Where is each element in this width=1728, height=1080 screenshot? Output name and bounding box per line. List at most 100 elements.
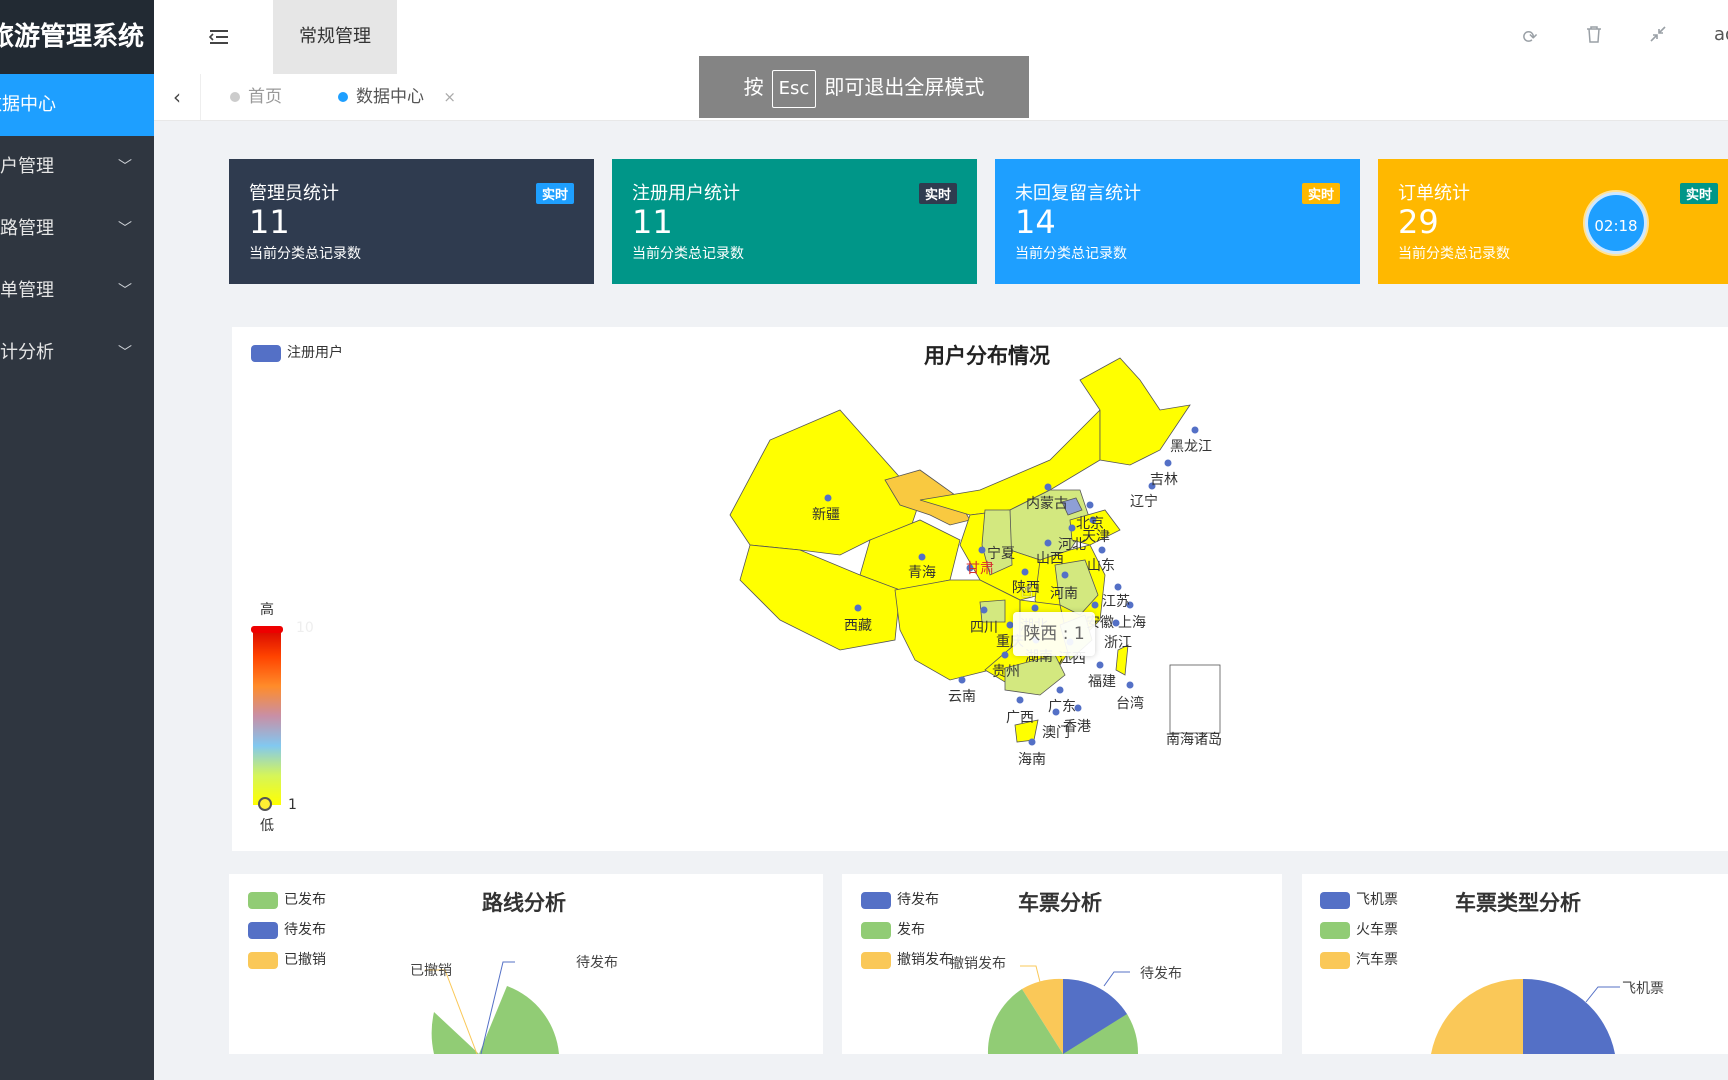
- marker-inner-mongolia: [1044, 483, 1052, 491]
- marker-heilongjiang: [1191, 426, 1199, 434]
- pie-slice-plane[interactable]: [1523, 978, 1615, 1054]
- esc-key: Esc: [771, 70, 817, 108]
- stat-card-messages: 未回复留言统计 实时 14 当前分类总记录数: [995, 159, 1360, 284]
- ticket-type-pie[interactable]: [1302, 874, 1728, 1054]
- sidebar-item-order-management[interactable]: 订单管理 ﹀: [0, 260, 154, 322]
- visual-map-min-value: 1: [288, 797, 297, 813]
- marker-guangxi: [1016, 696, 1024, 704]
- tab-dot-icon: [230, 92, 240, 102]
- label-yunnan: 云南: [948, 689, 976, 705]
- stat-card-users: 注册用户统计 实时 11 当前分类总记录数: [612, 159, 977, 284]
- visual-map-bottom-handle[interactable]: [258, 797, 272, 811]
- route-analysis-pie[interactable]: [229, 874, 823, 1054]
- card-value: 14: [1015, 203, 1056, 241]
- sidebar-item-label: 订单管理: [0, 280, 54, 301]
- sidebar: 旅游管理系统 数据中心 用户管理 ﹀ 线路管理 ﹀ 订单管理 ﹀ 统计分析 ﹀: [0, 0, 154, 1080]
- realtime-badge: 实时: [918, 183, 957, 204]
- label-liaoning: 辽宁: [1130, 493, 1158, 510]
- card-title: 管理员统计: [249, 183, 339, 204]
- south-sea-islands-inset: [1169, 664, 1221, 734]
- user-name[interactable]: admin: [1714, 24, 1728, 45]
- label-guizhou: 贵州: [992, 664, 1020, 680]
- label-henan: 河南: [1050, 586, 1078, 602]
- visual-map-max-value: 10: [296, 620, 314, 636]
- pie-label-revoked: 已撤销: [410, 963, 452, 979]
- hint-suffix: 即可退出全屏模式: [824, 75, 985, 99]
- app-logo-title: 旅游管理系统: [0, 0, 154, 74]
- tab-home[interactable]: 首页: [230, 74, 282, 120]
- legend-swatch: [251, 344, 281, 362]
- marker-sichuan: [980, 606, 988, 614]
- marker-hubei: [1031, 604, 1039, 612]
- marker-fujian: [1096, 661, 1104, 669]
- stat-card-orders: 订单统计 实时 29 当前分类总记录数: [1378, 159, 1728, 284]
- label-line: [1020, 965, 1041, 983]
- sidebar-item-data-center[interactable]: 数据中心: [0, 74, 154, 136]
- hint-prefix: 按: [743, 75, 764, 99]
- refresh-icon[interactable]: ⟳: [1516, 24, 1544, 52]
- pie-label-pending: 待发布: [1140, 966, 1182, 982]
- card-subtitle: 当前分类总记录数: [1398, 246, 1510, 262]
- tab-label: 数据中心: [356, 87, 424, 107]
- tab-label: 首页: [248, 87, 282, 107]
- label-inner-mongolia: 内蒙古: [1026, 496, 1068, 512]
- label-hainan: 海南: [1018, 752, 1046, 768]
- map-legend-registered-users[interactable]: 注册用户: [251, 344, 343, 362]
- menu-toggle-icon[interactable]: [204, 22, 234, 52]
- card-value: 29: [1398, 203, 1439, 241]
- label-tibet: 西藏: [844, 618, 872, 634]
- legend-label: 注册用户: [287, 345, 343, 361]
- ticket-analysis-pie[interactable]: [842, 874, 1282, 1054]
- card-subtitle: 当前分类总记录数: [1015, 246, 1127, 262]
- sidebar-item-user-management[interactable]: 用户管理 ﹀: [0, 136, 154, 198]
- label-tianjin: 天津: [1082, 529, 1110, 545]
- mouse-cursor-icon: ☝: [1021, 578, 1034, 602]
- sidebar-item-route-management[interactable]: 线路管理 ﹀: [0, 198, 154, 260]
- label-gansu: 甘肃: [966, 561, 994, 577]
- pie-label-pending: 待发布: [576, 955, 618, 971]
- label-line: [1585, 986, 1620, 1003]
- label-heilongjiang: 黑龙江: [1170, 439, 1212, 455]
- visual-map-low-label: 低: [260, 818, 274, 834]
- realtime-badge: 实时: [1679, 183, 1718, 204]
- card-title: 订单统计: [1398, 183, 1470, 204]
- sidebar-item-label: 线路管理: [0, 218, 54, 239]
- visual-map-high-label: 高: [260, 602, 274, 618]
- label-guangxi: 广西: [1006, 710, 1034, 726]
- chevron-left-icon[interactable]: ‹: [154, 74, 201, 120]
- card-subtitle: 当前分类总记录数: [249, 246, 361, 262]
- exit-fullscreen-icon[interactable]: [1644, 24, 1672, 52]
- pie-slice-revoked-area[interactable]: [431, 1012, 479, 1054]
- trash-icon[interactable]: [1580, 24, 1608, 52]
- label-guangdong: 广东: [1048, 699, 1076, 715]
- marker-tibet: [854, 604, 862, 612]
- marker-xinjiang: [824, 494, 832, 502]
- marker-shandong: [1098, 546, 1106, 554]
- label-shanxi: 山西: [1036, 551, 1064, 567]
- pie-label-revoked: 撤销发布: [950, 956, 1006, 972]
- close-icon[interactable]: ×: [443, 88, 456, 106]
- sidebar-item-label: 数据中心: [0, 94, 56, 115]
- stat-card-admins: 管理员统计 实时 11 当前分类总记录数: [229, 159, 594, 284]
- label-taiwan: 台湾: [1116, 695, 1144, 712]
- label-jiangsu: 江苏: [1102, 594, 1130, 610]
- label-fujian: 福建: [1088, 674, 1116, 690]
- china-map[interactable]: 黑龙江 吉林 辽宁 内蒙古 北京 天津 河北 山西 山东 新疆 宁夏 甘肃 青海…: [720, 350, 1260, 770]
- label-qinghai: 青海: [908, 565, 936, 581]
- visual-map-gradient-bar[interactable]: [253, 627, 281, 805]
- pie-slice-bus[interactable]: [1431, 978, 1523, 1054]
- label-macau: 澳门: [1042, 725, 1070, 741]
- tab-general-management[interactable]: 常规管理: [273, 0, 397, 74]
- marker-guizhou: [1001, 651, 1009, 659]
- marker-anhui: [1091, 601, 1099, 609]
- card-title: 注册用户统计: [632, 183, 740, 204]
- label-south-sea-islands: 南海诸岛: [1166, 732, 1222, 748]
- visual-map-top-handle[interactable]: [251, 626, 283, 633]
- label-xinjiang: 新疆: [812, 507, 840, 523]
- pie-slice-published[interactable]: [479, 986, 559, 1054]
- map-tooltip: 陕西 : 1: [1013, 612, 1095, 656]
- label-shandong: 山东: [1087, 558, 1115, 574]
- marker-shanxi: [1044, 539, 1052, 547]
- tab-data-center[interactable]: 数据中心 ×: [338, 74, 476, 120]
- label-ningxia: 宁夏: [987, 545, 1015, 562]
